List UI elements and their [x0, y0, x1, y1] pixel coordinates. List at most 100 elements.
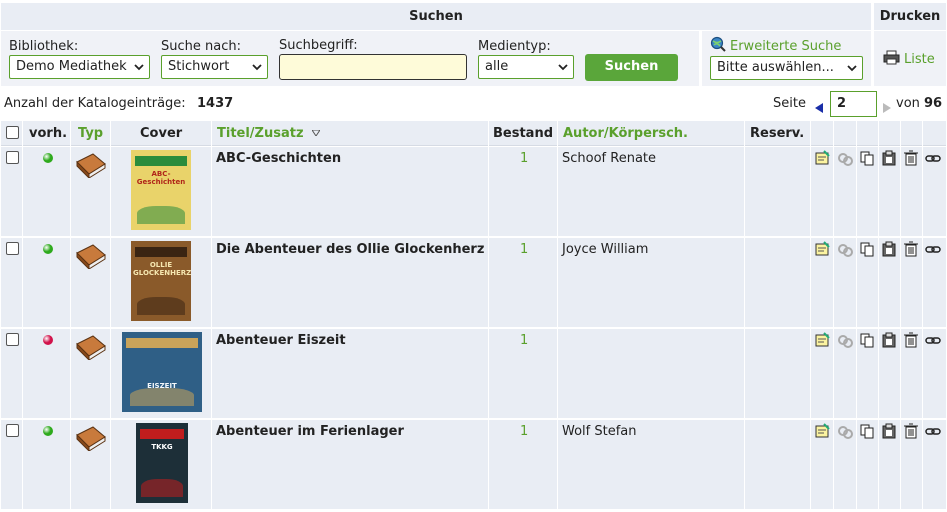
row-checkbox[interactable] [6, 151, 19, 164]
link-icon[interactable] [925, 241, 941, 257]
col-title[interactable]: Titel/Zusatz [217, 121, 304, 146]
row-title[interactable]: ABC-Geschichten [216, 150, 486, 168]
row-stock[interactable]: 1 [520, 424, 528, 439]
cover-image[interactable]: ABC-Geschichten [131, 150, 191, 230]
link-icon[interactable] [925, 332, 941, 348]
row-stock[interactable]: 1 [520, 151, 528, 166]
note-edit-icon[interactable] [814, 150, 830, 166]
col-sep [70, 121, 71, 512]
cover-image[interactable]: EISZEIT [122, 332, 202, 412]
searchby-value: Stichwort [168, 59, 230, 74]
page-input[interactable]: 2 [830, 91, 877, 117]
col-sep [878, 121, 879, 512]
row-title[interactable]: Abenteuer Eiszeit [216, 332, 486, 350]
note-edit-icon[interactable] [814, 241, 830, 257]
col-sep [211, 121, 212, 512]
advanced-select-value: Bitte auswählen... [717, 60, 834, 75]
print-header: Drucken [874, 3, 946, 30]
row-author[interactable]: Schoof Renate [562, 151, 656, 166]
total-pages: 96 [924, 96, 943, 111]
copy-icon[interactable] [859, 241, 875, 257]
note-edit-icon[interactable] [814, 423, 830, 439]
availability-dot [43, 244, 53, 254]
col-sep [900, 121, 901, 512]
prev-page-icon[interactable] [815, 103, 824, 113]
row-checkbox[interactable] [6, 424, 19, 437]
advanced-search-link[interactable]: Erweiterte Suche [730, 39, 841, 54]
library-select[interactable]: Demo Mediathek [9, 55, 150, 79]
cover-image[interactable]: OLLIE GLOCKENHERZ [131, 241, 191, 321]
term-label: Suchbegriff: [279, 38, 358, 53]
col-sep [810, 121, 811, 512]
search-button[interactable]: Suchen [585, 54, 678, 81]
col-sep [22, 121, 23, 512]
mediatype-label: Medientyp: [478, 39, 551, 54]
clipboard-icon[interactable] [881, 332, 897, 348]
note-edit-icon[interactable] [814, 332, 830, 348]
sort-desc-icon[interactable] [312, 130, 320, 136]
print-list-link[interactable]: Liste [904, 52, 935, 67]
col-sep [557, 121, 558, 512]
row-title[interactable]: Abenteuer im Ferienlager [216, 423, 486, 441]
printer-icon[interactable] [883, 50, 900, 65]
chain-grey-icon[interactable] [837, 332, 853, 348]
page-label: Seite [773, 96, 806, 111]
cover-image[interactable]: TKKG [136, 423, 188, 503]
catalog-count-label: Anzahl der Katalogeinträge: [4, 96, 186, 111]
search-header: Suchen [1, 3, 871, 30]
trash-icon[interactable] [903, 332, 919, 348]
chevron-down-icon [847, 65, 857, 72]
col-type[interactable]: Typ [78, 121, 103, 146]
searchby-label: Suche nach: [161, 39, 241, 54]
clipboard-icon[interactable] [881, 150, 897, 166]
link-icon[interactable] [925, 423, 941, 439]
magnifier-globe-icon [710, 36, 726, 52]
cover-text: TKKG [151, 443, 173, 451]
row-stock[interactable]: 1 [520, 333, 528, 348]
row-checkbox[interactable] [6, 242, 19, 255]
trash-icon[interactable] [903, 423, 919, 439]
clipboard-icon[interactable] [881, 241, 897, 257]
copy-icon[interactable] [859, 150, 875, 166]
col-cover: Cover [140, 126, 183, 141]
col-available[interactable]: vorh. [29, 121, 67, 146]
mediatype-select[interactable]: alle [478, 55, 574, 79]
advanced-select[interactable]: Bitte auswählen... [710, 56, 863, 80]
copy-icon[interactable] [859, 332, 875, 348]
chevron-down-icon [558, 64, 568, 71]
col-sep [922, 121, 923, 512]
row-title[interactable]: Die Abenteuer des Ollie Glockenherz [216, 241, 486, 259]
row-author[interactable]: Joyce William [562, 242, 648, 257]
availability-dot [43, 153, 53, 163]
row-stock[interactable]: 1 [520, 242, 528, 257]
col-stock: Bestand [493, 126, 554, 141]
link-icon[interactable] [925, 150, 941, 166]
col-sep [856, 121, 857, 512]
col-author[interactable]: Autor/Körpersch. [563, 121, 688, 146]
select-all-checkbox[interactable] [6, 126, 19, 139]
col-sep [110, 121, 111, 512]
chevron-down-icon [252, 64, 262, 71]
book-icon [76, 426, 106, 451]
book-icon [76, 244, 106, 269]
col-sep [488, 121, 489, 512]
chain-grey-icon[interactable] [837, 150, 853, 166]
row-checkbox[interactable] [6, 333, 19, 346]
catalog-count: 1437 [197, 96, 234, 111]
cover-text: OLLIE GLOCKENHERZ [133, 261, 191, 277]
mediatype-value: alle [485, 59, 509, 74]
trash-icon[interactable] [903, 241, 919, 257]
searchby-select[interactable]: Stichwort [161, 55, 268, 79]
availability-dot [43, 335, 53, 345]
trash-icon[interactable] [903, 150, 919, 166]
library-value: Demo Mediathek [16, 59, 127, 74]
search-term-input[interactable] [279, 54, 467, 80]
library-label: Bibliothek: [9, 39, 79, 54]
col-sep [744, 121, 745, 512]
copy-icon[interactable] [859, 423, 875, 439]
chain-grey-icon[interactable] [837, 423, 853, 439]
row-author[interactable]: Wolf Stefan [562, 424, 637, 439]
clipboard-icon[interactable] [881, 423, 897, 439]
chain-grey-icon[interactable] [837, 241, 853, 257]
next-page-icon[interactable] [882, 103, 891, 113]
